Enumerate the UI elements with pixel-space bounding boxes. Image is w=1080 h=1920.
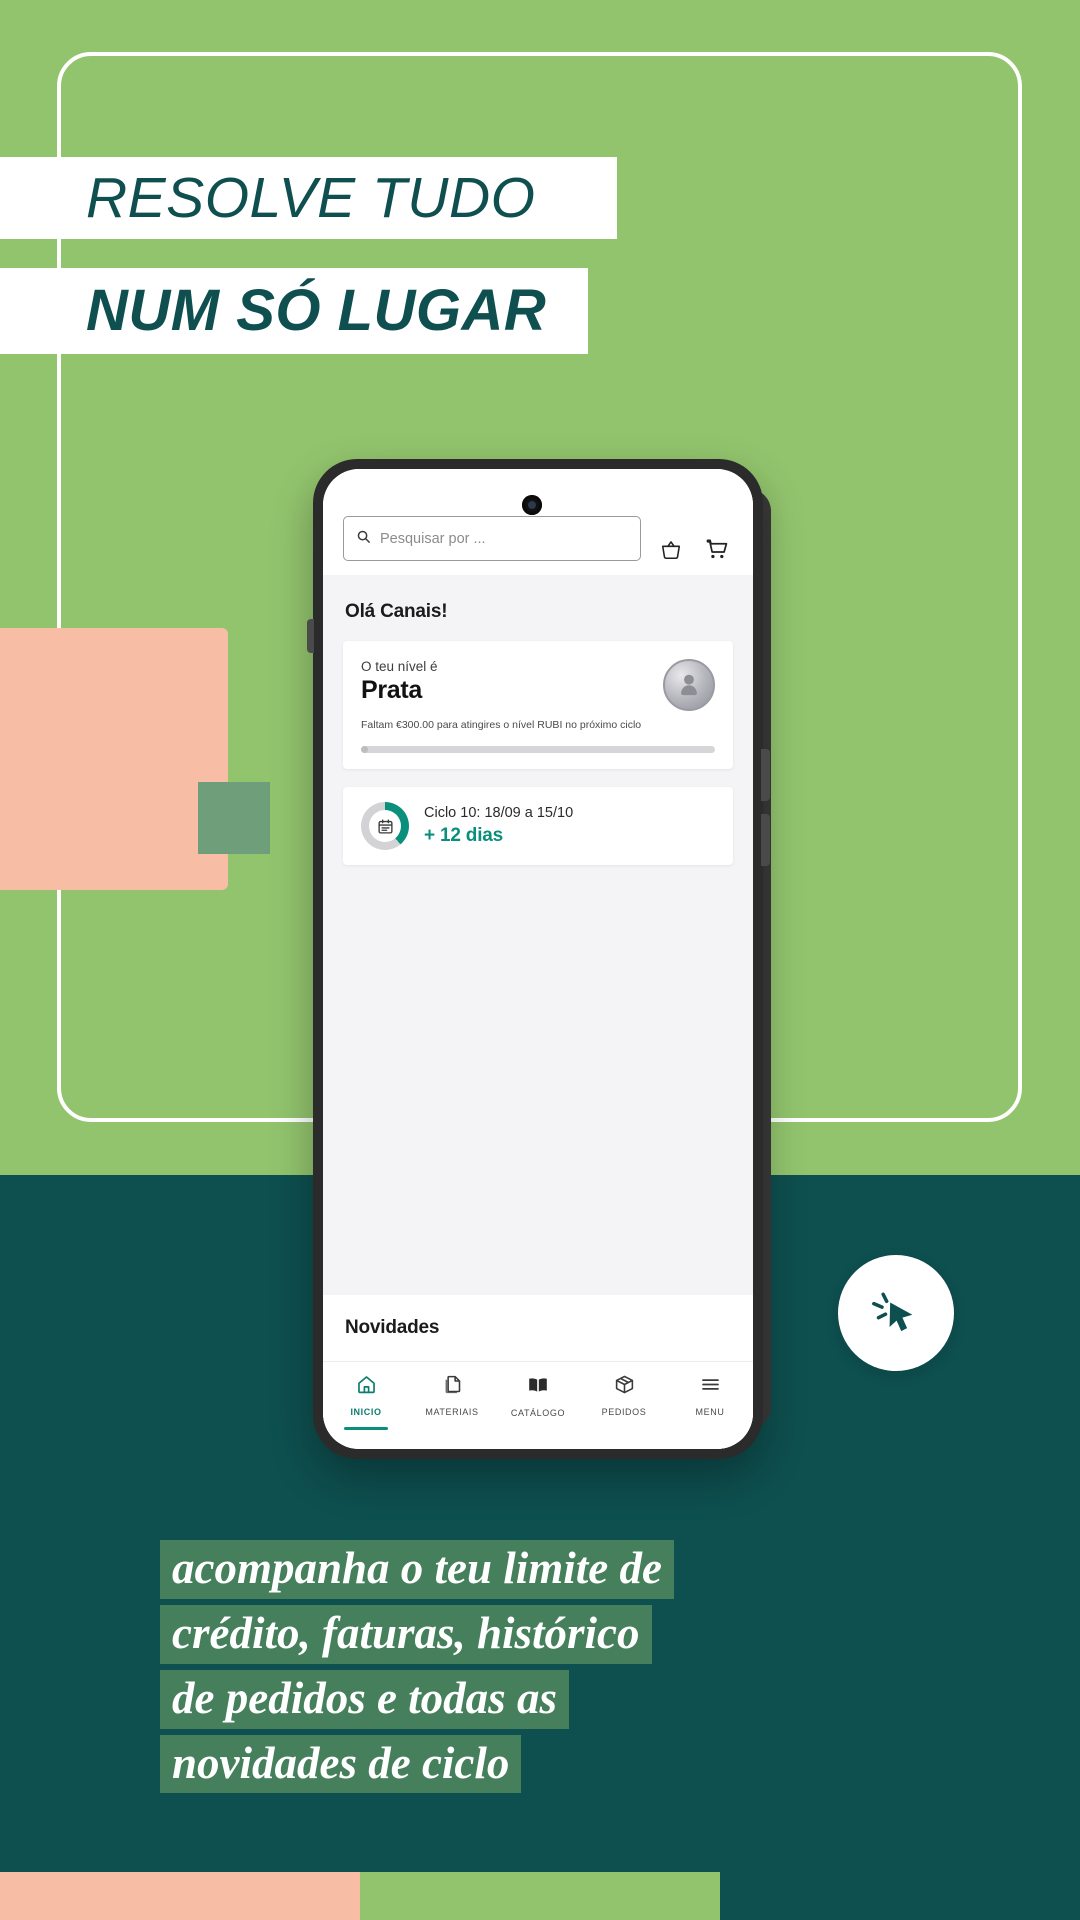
footer-strip-peach — [0, 1872, 360, 1920]
power-button[interactable] — [307, 619, 314, 653]
calendar-icon — [369, 810, 401, 843]
search-input[interactable]: Pesquisar por ... — [343, 516, 641, 561]
cycle-progress-ring — [361, 802, 409, 851]
app-scroll-body[interactable]: Olá Canais! O teu nível é Prata Faltam €… — [323, 575, 753, 1295]
paragraph-line: de pedidos e todas as — [160, 1669, 569, 1729]
book-icon — [527, 1374, 549, 1401]
decorative-peach-block — [0, 628, 228, 890]
shopping-cart-icon[interactable] — [701, 538, 733, 561]
level-name: Prata — [361, 676, 423, 704]
nav-active-underline — [344, 1426, 388, 1430]
bottom-navigation-bar: INICIO MATERIAIS CATÁLOGO PEDIDOS MENU — [323, 1361, 753, 1449]
level-progress-bar — [361, 746, 715, 754]
nav-label-inicio: INICIO — [350, 1407, 382, 1417]
click-cursor-icon — [872, 1292, 913, 1332]
medal-icon — [663, 659, 715, 711]
cycle-card[interactable]: Ciclo 10: 18/09 a 15/10 + 12 dias — [343, 787, 733, 866]
search-icon — [356, 529, 371, 549]
phone-screen: Pesquisar por ... Olá Canais! O teu níve — [323, 469, 753, 1449]
cycle-title: Ciclo 10: 18/09 a 15/10 — [424, 805, 574, 822]
home-icon — [356, 1374, 377, 1400]
volume-up-button[interactable] — [761, 749, 770, 801]
nav-label-catalogo: CATÁLOGO — [510, 1408, 566, 1418]
loyalty-level-card[interactable]: O teu nível é Prata Faltam €300.00 para … — [343, 641, 733, 770]
footer-strip-green — [360, 1872, 720, 1920]
front-camera-icon — [522, 495, 542, 515]
click-cursor-badge — [838, 1255, 954, 1371]
nav-label-materiais: MATERIAIS — [425, 1407, 479, 1417]
decorative-sage-square — [198, 782, 270, 854]
headline-line-2: NUM SÓ LUGAR — [0, 268, 589, 354]
nav-item-pedidos[interactable]: PEDIDOS — [581, 1374, 667, 1417]
search-placeholder-text: Pesquisar por ... — [380, 530, 486, 547]
paragraph-line: acompanha o teu limite de — [160, 1540, 674, 1599]
hamburger-icon — [700, 1374, 721, 1400]
novidades-title: Novidades — [345, 1317, 440, 1338]
volume-down-button[interactable] — [761, 814, 770, 866]
cycle-remaining: + 12 dias — [424, 825, 504, 847]
basket-icon[interactable] — [655, 539, 687, 561]
greeting-text: Olá Canais! — [345, 601, 448, 622]
headline-line-1: RESOLVE TUDO — [0, 157, 618, 239]
paragraph-line: novidades de ciclo — [160, 1734, 522, 1794]
phone-mockup: Pesquisar por ... Olá Canais! O teu níve — [307, 459, 771, 1459]
nav-item-inicio[interactable]: INICIO — [323, 1374, 409, 1430]
nav-item-materiais[interactable]: MATERIAIS — [409, 1374, 495, 1417]
pages-icon — [442, 1374, 463, 1400]
level-subtitle: O teu nível é — [361, 659, 438, 674]
footer-strip-teal — [720, 1872, 1080, 1920]
app-top-bar: Pesquisar por ... — [323, 469, 753, 575]
box-icon — [614, 1374, 635, 1400]
level-note: Faltam €300.00 para atingires o nível RU… — [361, 719, 642, 731]
nav-label-pedidos: PEDIDOS — [601, 1407, 647, 1417]
nav-item-menu[interactable]: MENU — [667, 1374, 753, 1417]
bottom-paragraph: acompanha o teu limite de crédito, fatur… — [160, 1540, 940, 1799]
paragraph-line: crédito, faturas, histórico — [160, 1604, 652, 1664]
nav-item-catalogo[interactable]: CATÁLOGO — [495, 1374, 581, 1418]
nav-label-menu: MENU — [695, 1407, 725, 1417]
